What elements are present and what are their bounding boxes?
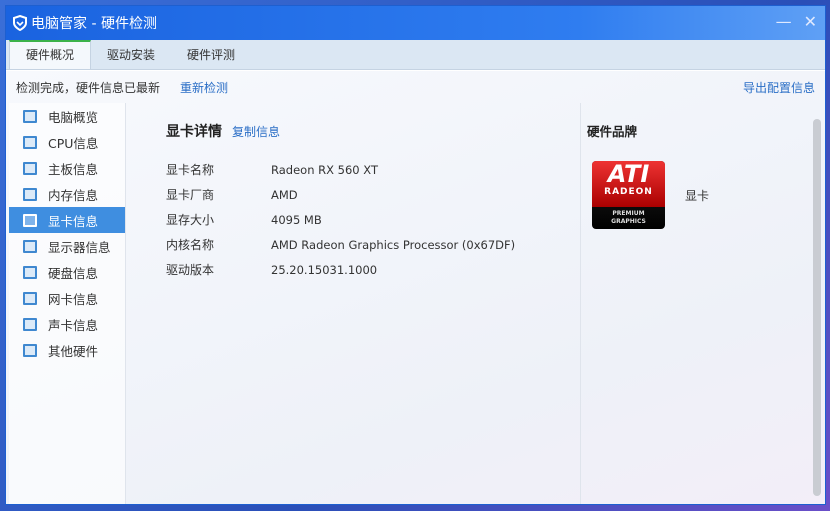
- detail-row: 显卡厂商 AMD: [166, 182, 515, 207]
- rescan-link[interactable]: 重新检测: [180, 79, 228, 96]
- sidebar-item-label: CPU信息: [48, 135, 99, 151]
- sidebar-item-label: 显示器信息: [48, 239, 111, 255]
- sidebar-item-disk[interactable]: 硬盘信息: [9, 259, 125, 285]
- sound-card-icon: [23, 317, 37, 331]
- sidebar-item-label: 内存信息: [48, 187, 99, 203]
- sidebar-item-label: 声卡信息: [48, 317, 99, 333]
- brand-label: 显卡: [685, 189, 710, 203]
- detail-key: 显卡厂商: [166, 188, 215, 202]
- sidebar-item-label: 网卡信息: [48, 291, 99, 307]
- network-card-icon: [23, 291, 37, 305]
- sidebar-item-memory[interactable]: 内存信息: [9, 181, 125, 207]
- window-title: 电脑管家 - 硬件检测: [31, 16, 157, 32]
- tab-driver-install[interactable]: 驱动安装: [91, 40, 171, 69]
- sidebar-item-label: 其他硬件: [48, 343, 99, 359]
- detail-value: 4095 MB: [271, 212, 322, 227]
- sidebar-item-monitor[interactable]: 显示器信息: [9, 233, 125, 259]
- brand-title: 硬件品牌: [587, 124, 638, 139]
- memory-icon: [23, 187, 37, 201]
- clipboard-icon: [23, 109, 37, 123]
- detail-row: 驱动版本 25.20.15031.1000: [166, 257, 515, 282]
- sidebar-item-gpu[interactable]: 显卡信息: [9, 207, 125, 233]
- sidebar-item-motherboard[interactable]: 主板信息: [9, 155, 125, 181]
- detail-title: 显卡详情: [166, 124, 222, 140]
- detail-key: 显卡名称: [166, 163, 215, 177]
- graphics-card-icon: [23, 213, 37, 227]
- minimize-button[interactable]: —: [776, 12, 792, 31]
- detail-key: 内核名称: [166, 238, 215, 252]
- detail-key: 显存大小: [166, 213, 215, 227]
- tab-bar: 硬件概况 驱动安装 硬件评测: [6, 40, 825, 70]
- ati-radeon-logo: ATI RADEON PREMIUM GRAPHICS: [592, 161, 665, 229]
- detail-value: 25.20.15031.1000: [271, 262, 378, 277]
- scrollbar[interactable]: [813, 119, 821, 496]
- detail-row: 显卡名称 Radeon RX 560 XT: [166, 157, 515, 182]
- status-text: 检测完成，硬件信息已最新: [16, 80, 161, 95]
- detail-row: 内核名称 AMD Radeon Graphics Processor (0x67D…: [166, 232, 515, 257]
- detail-value: Radeon RX 560 XT: [271, 162, 378, 177]
- shield-logo-icon: [13, 15, 27, 31]
- other-hardware-icon: [23, 343, 37, 357]
- sidebar: 电脑概览 CPU信息 主板信息 内存信息 显卡信息 显示器信息 硬盘信息 网卡信…: [9, 103, 126, 504]
- detail-value: AMD: [271, 187, 298, 202]
- sidebar-item-cpu[interactable]: CPU信息: [9, 129, 125, 155]
- sidebar-item-label: 硬盘信息: [48, 265, 99, 281]
- title-bar: 电脑管家 - 硬件检测 — ✕: [6, 6, 825, 40]
- sidebar-item-sound[interactable]: 声卡信息: [9, 311, 125, 337]
- detail-panel: 显卡详情 复制信息 显卡名称 Radeon RX 560 XT 显卡厂商 AMD 显…: [166, 103, 515, 282]
- close-button[interactable]: ✕: [804, 12, 817, 31]
- cpu-icon: [23, 135, 37, 149]
- detail-row: 显存大小 4095 MB: [166, 207, 515, 232]
- export-config-link[interactable]: 导出配置信息: [743, 79, 815, 96]
- sidebar-item-label: 显卡信息: [48, 213, 99, 229]
- motherboard-icon: [23, 161, 37, 175]
- copy-info-link[interactable]: 复制信息: [232, 123, 280, 140]
- monitor-icon: [23, 239, 37, 253]
- brand-panel: 硬件品牌 ATI RADEON PREMIUM GRAPHICS 显卡: [580, 103, 810, 504]
- sidebar-item-other[interactable]: 其他硬件: [9, 337, 125, 363]
- disk-icon: [23, 265, 37, 279]
- tab-hardware-benchmark[interactable]: 硬件评测: [171, 40, 251, 69]
- app-window: 电脑管家 - 硬件检测 — ✕ 硬件概况 驱动安装 硬件评测 检测完成，硬件信息…: [5, 5, 826, 505]
- sidebar-item-label: 主板信息: [48, 161, 99, 177]
- sidebar-item-overview[interactable]: 电脑概览: [9, 103, 125, 129]
- detail-key: 驱动版本: [166, 263, 215, 277]
- status-bar: 检测完成，硬件信息已最新 重新检测 导出配置信息: [6, 71, 825, 103]
- sidebar-item-label: 电脑概览: [48, 109, 99, 125]
- tab-hardware-overview[interactable]: 硬件概况: [9, 40, 92, 69]
- detail-value: AMD Radeon Graphics Processor (0x67DF): [271, 237, 516, 252]
- sidebar-item-network[interactable]: 网卡信息: [9, 285, 125, 311]
